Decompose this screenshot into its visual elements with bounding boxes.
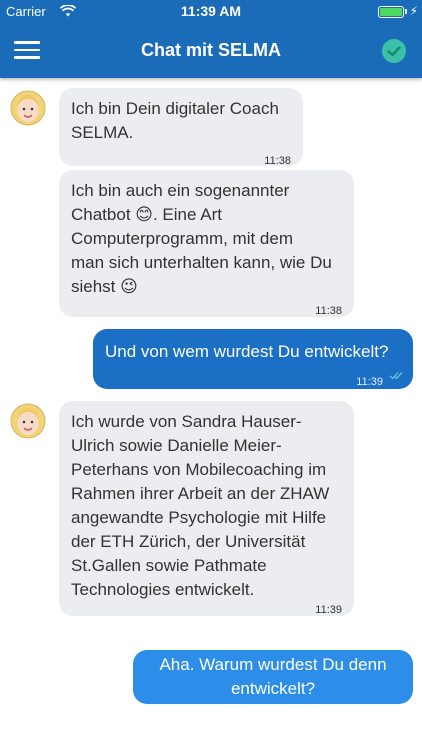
double-check-icon [389,371,405,380]
message-time: 11:39 [315,604,342,616]
message-text: Ich wurde von Sandra Hauser- Ulrich sowi… [71,412,330,599]
message-time: 11:38 [315,305,342,317]
check-circle-icon[interactable] [382,39,406,63]
status-bar: Carrier 11:39 AM ⚡ [0,0,422,24]
avatar [10,403,46,439]
message-time: 11:39 [356,376,383,388]
page-title: Chat mit SELMA [140,40,281,60]
message-text: Aha. Warum wurdest Du denn entwickelt? [159,655,387,698]
message-bubble: Aha. Warum wurdest Du denn entwickelt? [133,650,413,704]
app-header: Chat mit SELMA [0,24,422,78]
message-text: Ich bin Dein digitaler Coach SELMA. [71,99,279,142]
battery-icon [378,6,404,18]
message-bubble: Ich wurde von Sandra Hauser- Ulrich sowi… [59,401,354,616]
message-bubble: Und von wem wurdest Du entwickelt? 11:39 [93,329,413,389]
clock: 11:39 AM [180,3,242,19]
charging-icon: ⚡ [409,4,418,18]
message-text: Ich bin auch ein sogenannter Chatbot 😊. … [71,181,332,296]
chat-thread[interactable]: Ich bin Dein digitaler Coach SELMA. 11:3… [0,78,422,750]
message-text: Und von wem wurdest Du entwickelt? [105,342,389,361]
battery-tip [405,9,407,14]
message-bubble: Ich bin auch ein sogenannter Chatbot 😊. … [59,170,354,317]
message-bubble: Ich bin Dein digitaler Coach SELMA. 11:3… [59,88,303,167]
avatar [10,90,46,126]
